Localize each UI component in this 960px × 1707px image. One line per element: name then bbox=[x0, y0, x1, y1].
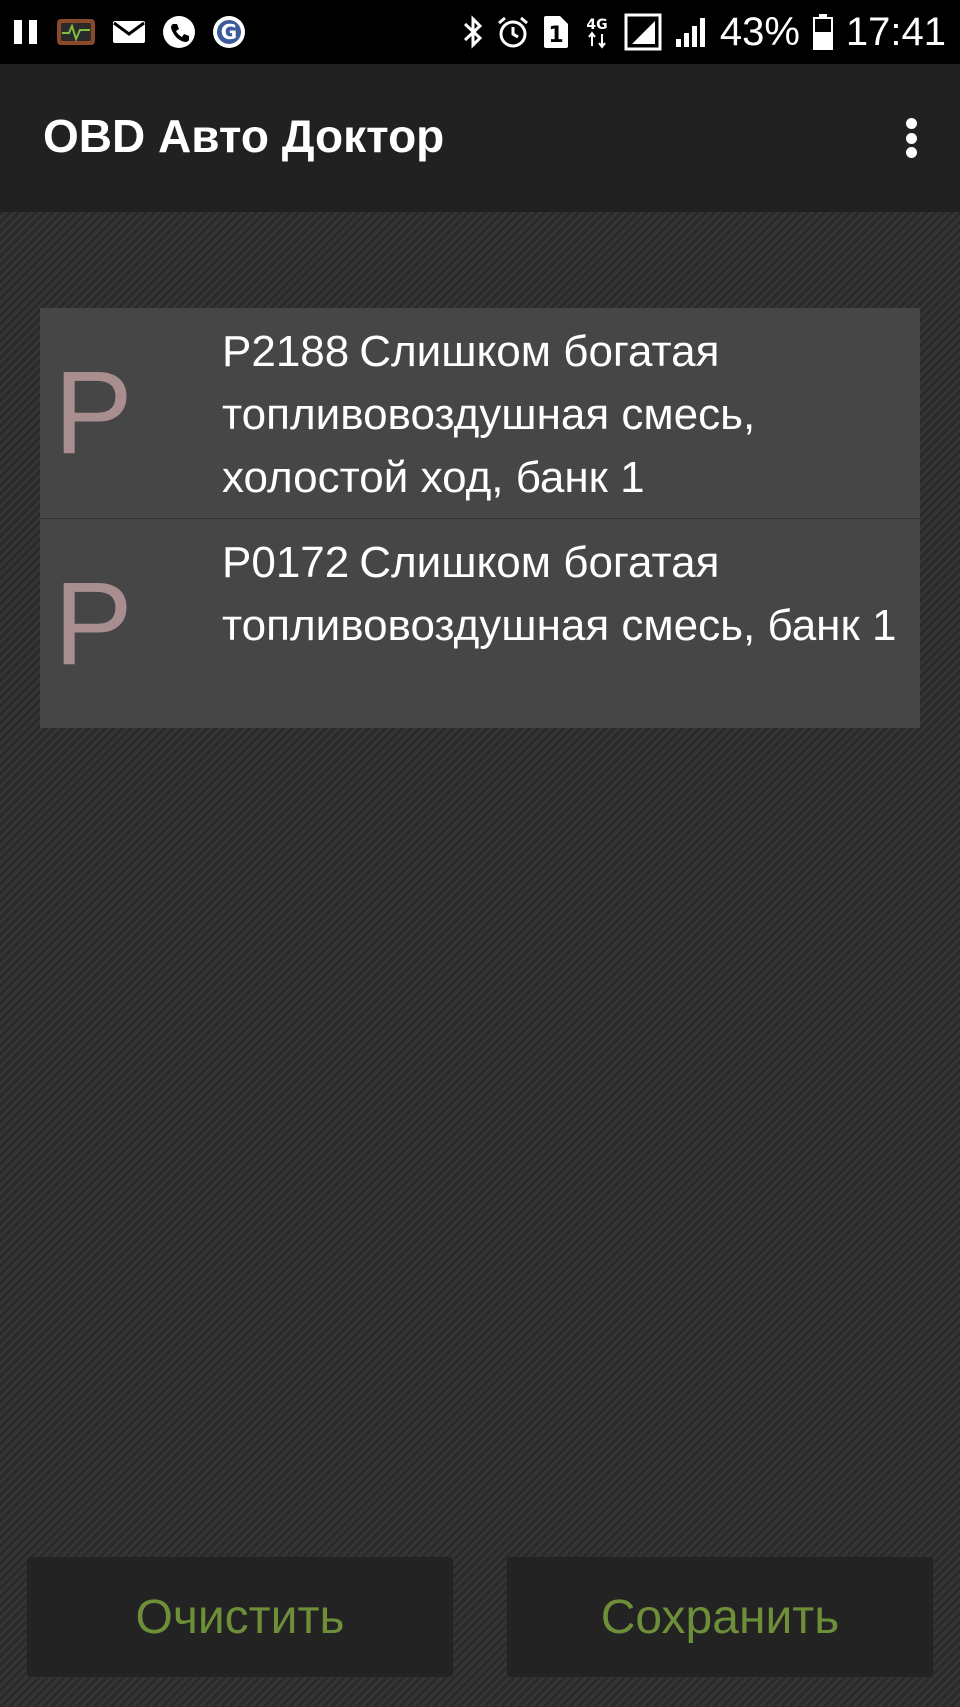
obd-app-icon bbox=[56, 15, 96, 49]
app-title: OBD Авто Доктор bbox=[43, 110, 445, 162]
list-item[interactable]: P P0172 Слишком богатая топливовоздушная … bbox=[40, 518, 920, 728]
phone-icon bbox=[162, 15, 196, 49]
battery-percent: 43% bbox=[719, 10, 800, 54]
code-text: P2188 Слишком богатая топливовоздушная см… bbox=[222, 320, 912, 509]
code-text: P0172 Слишком богатая топливовоздушная см… bbox=[222, 531, 912, 657]
g-app-icon: G bbox=[212, 15, 246, 49]
system-status: 1 4G 43% 17:41 bbox=[462, 6, 946, 58]
4g-icon: 4G bbox=[582, 14, 612, 50]
more-vert-icon[interactable] bbox=[896, 112, 926, 164]
battery-icon bbox=[812, 13, 834, 51]
bluetooth-icon bbox=[462, 15, 484, 49]
clock: 17:41 bbox=[845, 10, 946, 54]
signal-icon bbox=[624, 13, 662, 51]
app-bar: OBD Авто Доктор bbox=[0, 64, 960, 212]
code-type-letter: P bbox=[54, 347, 133, 479]
svg-text:G: G bbox=[221, 20, 237, 44]
mail-icon bbox=[112, 19, 146, 45]
signal-icon-2 bbox=[674, 15, 708, 49]
clear-button[interactable]: Очистить bbox=[27, 1557, 453, 1677]
status-bar: G 1 4G 43% 17:41 bbox=[0, 0, 960, 64]
code-id: P2188 bbox=[222, 327, 350, 376]
svg-text:4G: 4G bbox=[586, 17, 607, 33]
code-type-letter: P bbox=[54, 558, 133, 690]
list-item[interactable]: P P2188 Слишком богатая топливовоздушная … bbox=[40, 308, 920, 518]
alarm-icon bbox=[496, 15, 530, 49]
svg-text:1: 1 bbox=[548, 23, 563, 48]
notification-icons: G bbox=[12, 12, 246, 52]
trouble-code-list: P P2188 Слишком богатая топливовоздушная … bbox=[40, 308, 920, 728]
pause-icon bbox=[12, 17, 40, 47]
save-button[interactable]: Сохранить bbox=[507, 1557, 933, 1677]
sim1-icon: 1 bbox=[542, 14, 570, 50]
code-id: P0172 bbox=[222, 538, 350, 587]
